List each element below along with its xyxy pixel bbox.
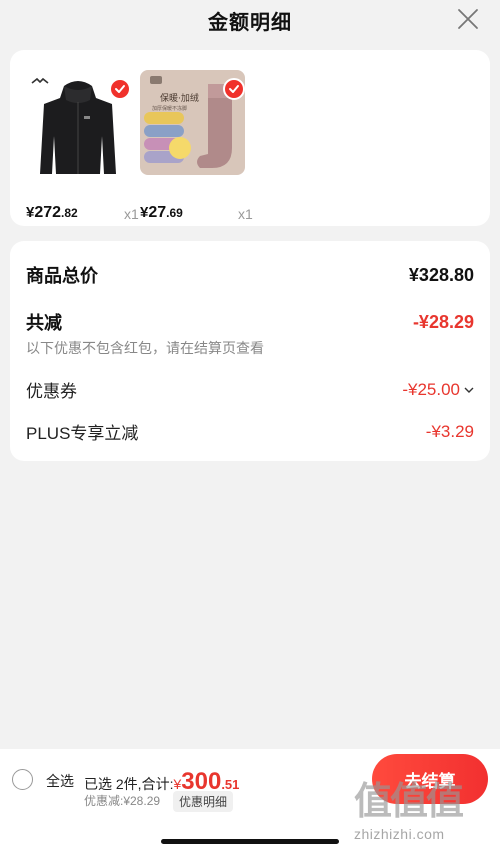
plus-value: -¥3.29	[425, 421, 474, 441]
product-price: ¥272.82	[26, 204, 78, 221]
discount-label: 共减	[26, 313, 62, 333]
svg-text:保暖·加绒: 保暖·加绒	[160, 92, 199, 104]
coupon-row[interactable]: 优惠券 -¥25.00	[26, 377, 474, 402]
plus-row: PLUS专享立减 -¥3.29	[26, 419, 474, 444]
checkout-bar: 全选 已选 2件,合计:¥300.51 优惠减:¥28.29 优惠明细 去结算	[0, 749, 500, 854]
page-title: 金额明细	[208, 11, 292, 34]
total-value: ¥328.80	[408, 264, 474, 285]
price-summary-card: 商品总价 ¥328.80 共减 -¥28.29 以下优惠不包含红包，请在结算页查…	[10, 241, 490, 461]
home-indicator[interactable]	[161, 839, 339, 844]
header: 金额明细	[0, 0, 500, 40]
close-icon[interactable]	[456, 7, 480, 31]
discount-value: -¥28.29	[412, 311, 474, 332]
select-all-label[interactable]: 全选	[46, 771, 74, 791]
chevron-down-icon[interactable]	[464, 386, 474, 394]
product-quantity: x1	[124, 206, 139, 222]
product-quantity: x1	[238, 206, 253, 222]
product-check-icon[interactable]	[109, 78, 131, 100]
plus-label: PLUS专享立减	[26, 424, 139, 443]
discount-info: 优惠减:¥28.29	[84, 794, 161, 808]
svg-text:加厚保暖不冻脚: 加厚保暖不冻脚	[152, 105, 187, 112]
products-card: ¥272.82 x1 保暖·加绒 加厚保暖不冻脚 ¥27.69 x1	[10, 50, 490, 226]
product-price: ¥27.69	[140, 204, 183, 221]
total-label: 商品总价	[26, 266, 98, 286]
coupon-value: -¥25.00	[402, 379, 460, 399]
total-row: 商品总价 ¥328.80	[26, 262, 474, 288]
select-all-radio[interactable]	[12, 769, 33, 790]
product-item-jacket[interactable]: ¥272.82 x1	[26, 70, 139, 222]
checkout-button[interactable]: 去结算	[372, 754, 488, 804]
product-item-socks[interactable]: 保暖·加绒 加厚保暖不冻脚 ¥27.69 x1	[140, 70, 253, 222]
discount-note: 以下优惠不包含红包，请在结算页查看	[26, 340, 264, 356]
coupon-label: 优惠券	[26, 382, 77, 401]
discount-row: 共减 -¥28.29	[26, 309, 474, 335]
product-check-icon[interactable]	[223, 78, 245, 100]
total-amount: ¥300.51	[173, 768, 240, 795]
discount-detail-button[interactable]: 优惠明细	[173, 791, 234, 812]
